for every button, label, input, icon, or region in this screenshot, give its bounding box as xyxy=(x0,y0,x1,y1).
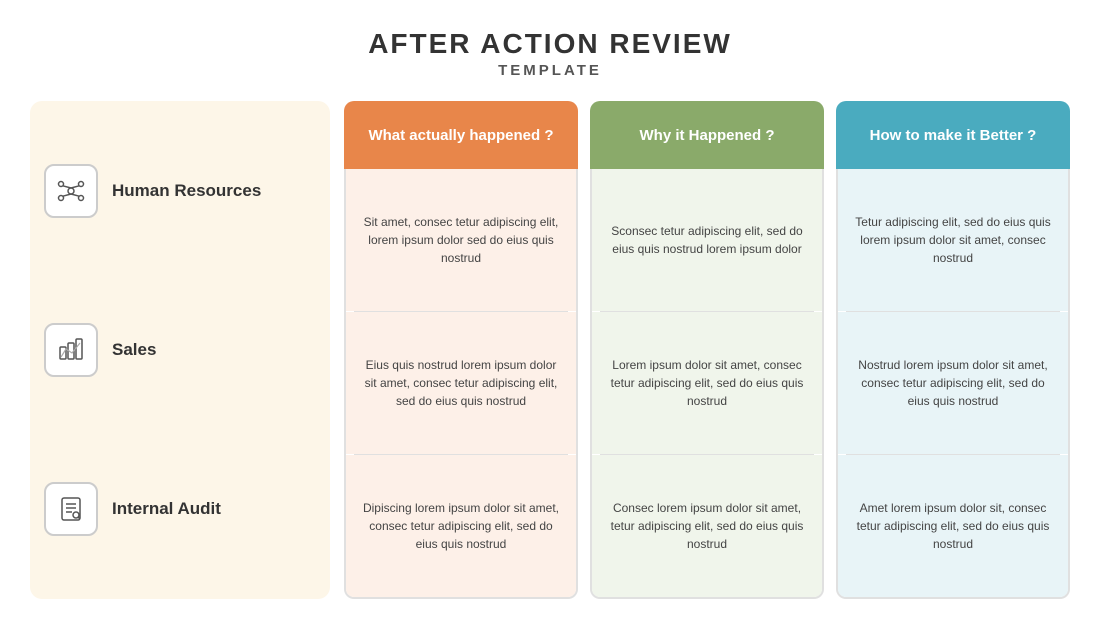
page: AFTER ACTION REVIEW TEMPLATE xyxy=(0,0,1100,619)
col-what-happened-cell-0: Sit amet, consec tetur adipiscing elit, … xyxy=(346,169,576,311)
internal-audit-label: Internal Audit xyxy=(112,499,221,519)
col-how-better-cell-2: Amet lorem ipsum dolor sit, consec tetur… xyxy=(838,455,1068,597)
row-sales: Sales xyxy=(44,313,316,387)
col-what-happened-cell-1: Eius quis nostrud lorem ipsum dolor sit … xyxy=(346,312,576,454)
left-panel: Human Resources Sales xyxy=(30,101,330,599)
content-area: Human Resources Sales xyxy=(30,101,1070,599)
main-title: AFTER ACTION REVIEW xyxy=(368,28,732,60)
human-resources-label: Human Resources xyxy=(112,181,261,201)
row-human-resources: Human Resources xyxy=(44,154,316,228)
col-how-better: How to make it Better ? Tetur adipiscing… xyxy=(836,101,1070,599)
title-block: AFTER ACTION REVIEW TEMPLATE xyxy=(368,28,732,79)
col-what-happened-cell-2: Dipiscing lorem ipsum dolor sit amet, co… xyxy=(346,455,576,597)
columns-area: What actually happened ? Sit amet, conse… xyxy=(344,101,1070,599)
col-how-better-cell-1: Nostrud lorem ipsum dolor sit amet, cons… xyxy=(838,312,1068,454)
sub-title: TEMPLATE xyxy=(368,62,732,79)
col-how-better-cell-0: Tetur adipiscing elit, sed do eius quis … xyxy=(838,169,1068,311)
row-internal-audit: Internal Audit xyxy=(44,472,316,546)
human-resources-icon-box xyxy=(44,164,98,218)
sales-label: Sales xyxy=(112,340,156,360)
audit-icon xyxy=(56,494,86,524)
col-why-happened-header: Why it Happened ? xyxy=(590,101,824,169)
col-how-better-body: Tetur adipiscing elit, sed do eius quis … xyxy=(836,169,1070,599)
col-why-happened: Why it Happened ? Sconsec tetur adipisci… xyxy=(590,101,824,599)
sales-icon-box xyxy=(44,323,98,377)
col-what-happened-header: What actually happened ? xyxy=(344,101,578,169)
col-why-happened-cell-1: Lorem ipsum dolor sit amet, consec tetur… xyxy=(592,312,822,454)
network-icon xyxy=(56,176,86,206)
col-how-better-header: How to make it Better ? xyxy=(836,101,1070,169)
col-why-happened-cell-0: Sconsec tetur adipiscing elit, sed do ei… xyxy=(592,169,822,311)
sales-icon xyxy=(56,335,86,365)
col-why-happened-body: Sconsec tetur adipiscing elit, sed do ei… xyxy=(590,169,824,599)
internal-audit-icon-box xyxy=(44,482,98,536)
col-what-happened-body: Sit amet, consec tetur adipiscing elit, … xyxy=(344,169,578,599)
col-what-happened: What actually happened ? Sit amet, conse… xyxy=(344,101,578,599)
col-why-happened-cell-2: Consec lorem ipsum dolor sit amet, tetur… xyxy=(592,455,822,597)
